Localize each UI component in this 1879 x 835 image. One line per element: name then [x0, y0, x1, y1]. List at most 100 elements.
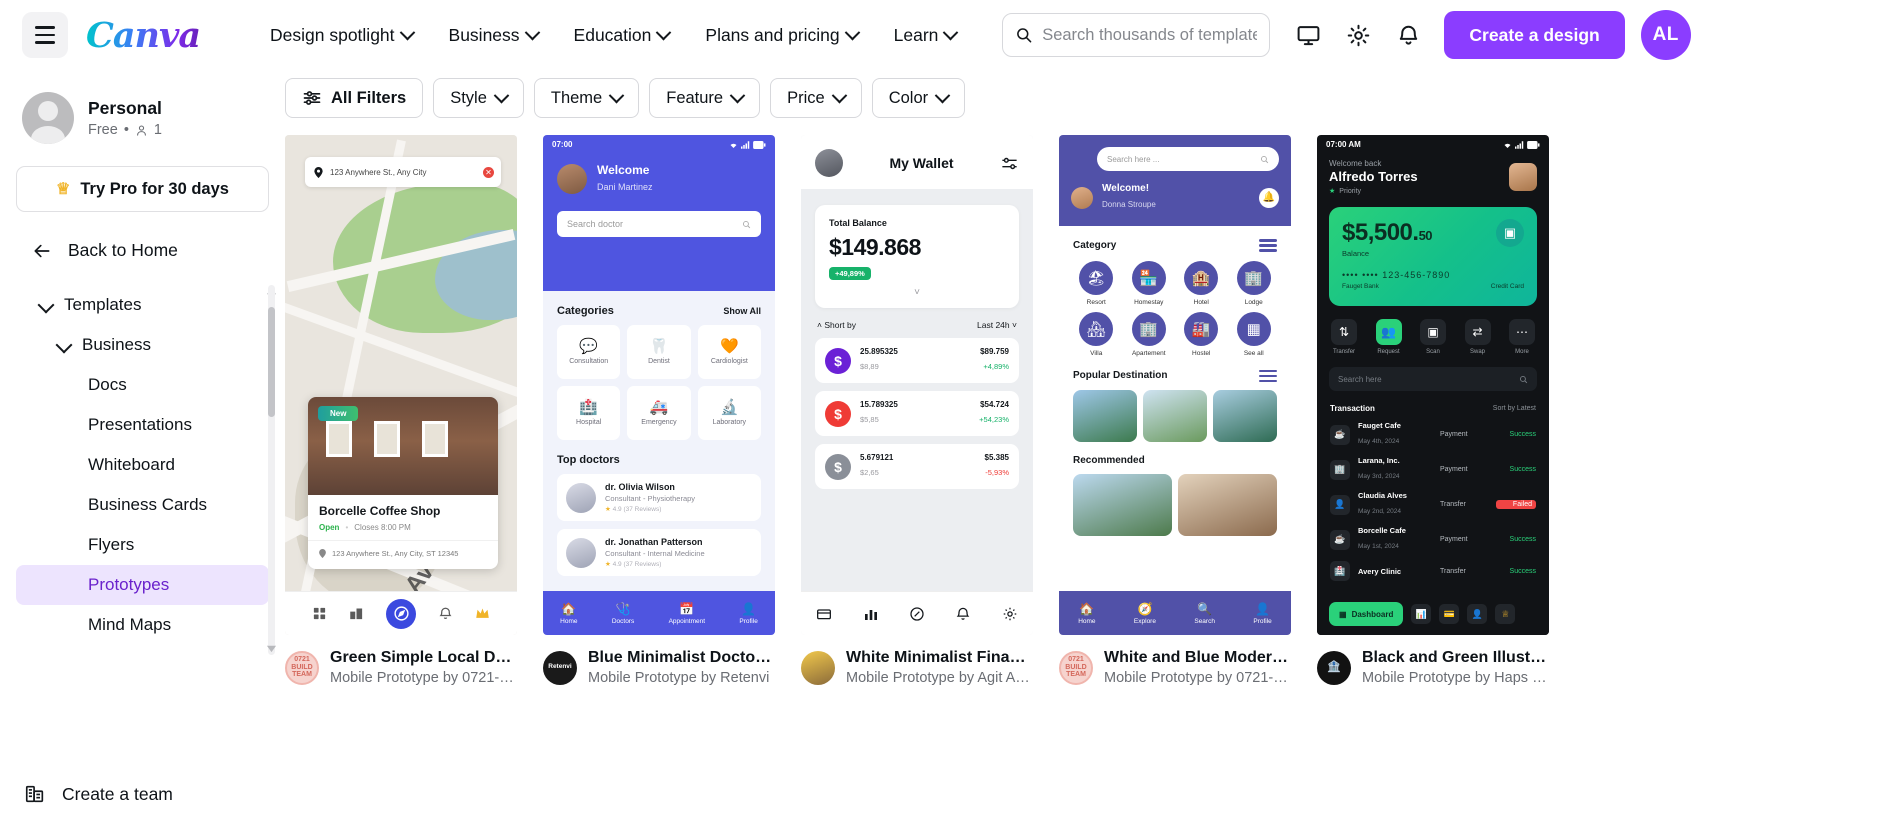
crown-icon[interactable]: ♕ [1495, 604, 1516, 624]
transaction-row[interactable]: ☕ Borcelle Cafe May 1st, 2024 Payment Su… [1317, 518, 1549, 553]
filter-style[interactable]: Style [433, 78, 524, 118]
dark-search-input[interactable]: Search here [1329, 367, 1537, 391]
category-villa[interactable]: 🏘 Villa [1073, 311, 1120, 357]
category-lodge[interactable]: 🏢 Lodge [1231, 260, 1278, 306]
sidebar-item-prototypes[interactable]: Prototypes [16, 565, 269, 605]
map-address-bar[interactable]: 123 Anywhere St., Any City ✕ [305, 157, 501, 187]
filter-feature[interactable]: Feature [649, 78, 761, 118]
category-hotel[interactable]: 🏨 Hotel [1178, 260, 1225, 306]
hotel-search-input[interactable]: Search here ... [1097, 147, 1279, 171]
category-hostel[interactable]: 🏭 Hostel [1178, 311, 1225, 357]
category-emergency[interactable]: 🚑 Emergency [627, 386, 691, 440]
show-all-link[interactable]: Show All [723, 306, 761, 316]
sidebar-item-whiteboard[interactable]: Whiteboard [16, 445, 269, 485]
back-to-home-link[interactable]: Back to Home [32, 240, 269, 261]
category-hospital[interactable]: 🏥 Hospital [557, 386, 621, 440]
nav-compass-button[interactable] [386, 598, 416, 629]
tree-scrollbar-thumb[interactable] [268, 307, 275, 417]
credit-card-widget[interactable]: $5,500.50 Balance ▣ •••• •••• 123-456-78… [1329, 207, 1537, 306]
transaction-row[interactable]: $ 5.679121 $2,65 $5.385 -5,93% [815, 444, 1019, 489]
nav-profile[interactable]: 👤 Profile [1253, 602, 1271, 625]
destination-thumb[interactable] [1213, 390, 1277, 442]
template-thumbnail-doctor-app[interactable]: 07:00 Welcome Dani Martinez Search docto… [543, 135, 775, 635]
transaction-row[interactable]: 🏢 Larana, Inc. May 3rd, 2024 Payment Suc… [1317, 448, 1549, 483]
sidebar-item-templates[interactable]: Templates [16, 285, 269, 325]
sidebar-item-mind-maps[interactable]: Mind Maps [16, 605, 269, 645]
bell-icon[interactable] [1386, 13, 1430, 57]
sidebar-item-business[interactable]: Business [16, 325, 269, 365]
wallet-icon[interactable] [816, 606, 832, 622]
transaction-row[interactable]: 👤 Claudia Alves May 2nd, 2024 Transfer F… [1317, 483, 1549, 518]
doctor-search-input[interactable]: Search doctor [557, 211, 761, 237]
category-homestay[interactable]: 🏪 Homestay [1126, 260, 1173, 306]
nav-home[interactable]: 🏠 Home [560, 602, 577, 625]
gear-icon[interactable] [1002, 606, 1018, 622]
action-scan[interactable]: ▣ Scan [1420, 319, 1446, 355]
transaction-row[interactable]: $ 15.789325 $5,85 $54.724 +54,23% [815, 391, 1019, 436]
close-icon[interactable]: ✕ [483, 167, 494, 178]
category-dentist[interactable]: 🦷 Dentist [627, 325, 691, 379]
sidebar-item-flyers[interactable]: Flyers [16, 525, 269, 565]
nav-search[interactable]: 🔍 Search [1194, 602, 1215, 625]
transaction-row[interactable]: $ 25.895325 $8,89 $89.759 +4,89% [815, 338, 1019, 383]
shop-info-card[interactable]: New Borcelle Coffee Shop Open • Closes 8… [308, 397, 498, 569]
doctor-list-item[interactable]: dr. Jonathan Patterson Consultant - Inte… [557, 529, 761, 576]
sort-label-group[interactable]: ˄ Short by [817, 320, 856, 330]
nav-doctors[interactable]: 🩺 Doctors [612, 602, 634, 625]
grid-icon[interactable] [312, 606, 327, 621]
template-card[interactable]: My Wallet Total Balance $149.868 +49,89%… [801, 135, 1033, 686]
menu-icon[interactable] [1259, 369, 1277, 382]
wallet-icon[interactable]: 💳 [1439, 604, 1460, 624]
doctor-list-item[interactable]: dr. Olivia Wilson Consultant - Physiothe… [557, 474, 761, 521]
sort-range-group[interactable]: Last 24h ˅ [977, 320, 1017, 330]
menu-icon[interactable] [22, 12, 68, 58]
nav-item-education[interactable]: Education [556, 17, 688, 54]
category-resort[interactable]: 🏖 Resort [1073, 260, 1120, 306]
gear-icon[interactable] [1336, 13, 1380, 57]
nav-profile[interactable]: 👤 Profile [739, 602, 757, 625]
search-input[interactable] [1042, 25, 1258, 45]
action-transfer[interactable]: ⇅ Transfer [1331, 319, 1357, 355]
sort-label[interactable]: Sort by Latest [1493, 405, 1536, 412]
crown-icon[interactable] [475, 606, 490, 621]
transaction-row[interactable]: 🏥 Avery Clinic Transfer Success [1317, 553, 1549, 581]
category-cardiologist[interactable]: 🧡 Cardiologist [697, 325, 761, 379]
chevron-down-icon[interactable]: ˅ [829, 287, 1005, 298]
template-card[interactable]: Search here ... Welcome! Donna Stroupe 🔔 [1059, 135, 1291, 686]
nav-home[interactable]: 🏠 Home [1078, 602, 1095, 625]
category-apartement[interactable]: 🏢 Apartement [1126, 311, 1173, 357]
filter-theme[interactable]: Theme [533, 78, 640, 118]
nav-item-design-spotlight[interactable]: Design spotlight [252, 17, 431, 54]
action-request[interactable]: 👥 Request [1375, 319, 1402, 355]
all-filters-button[interactable]: All Filters [285, 78, 424, 118]
destination-thumb[interactable] [1073, 390, 1137, 442]
nav-explore[interactable]: 🧭 Explore [1134, 602, 1156, 625]
template-card[interactable]: 07:00 AM Welcome back Alfredo Torres ★ P… [1317, 135, 1549, 686]
template-card[interactable]: Av 123 Anywhere St., Any City ✕ New Borc… [285, 135, 517, 686]
create-a-design-button[interactable]: Create a design [1444, 11, 1625, 59]
menu-icon[interactable] [1259, 239, 1277, 252]
header-search[interactable] [1002, 13, 1271, 57]
action-swap[interactable]: ⇄ Swap [1464, 319, 1491, 355]
nav-item-learn[interactable]: Learn [876, 17, 975, 54]
recommended-thumb[interactable] [1178, 474, 1277, 536]
destination-thumb[interactable] [1143, 390, 1207, 442]
city-icon[interactable] [349, 606, 364, 621]
category-see-all[interactable]: ▦ See all [1231, 311, 1278, 357]
dashboard-button[interactable]: ▦ Dashboard [1329, 602, 1404, 626]
try-pro-button[interactable]: ♕ Try Pro for 30 days [16, 166, 269, 212]
tree-scroll-down-arrow[interactable] [266, 643, 277, 654]
template-thumbnail-finance-dark[interactable]: 07:00 AM Welcome back Alfredo Torres ★ P… [1317, 135, 1549, 635]
nav-item-business[interactable]: Business [431, 17, 556, 54]
recommended-thumb[interactable] [1073, 474, 1172, 536]
template-thumbnail-hotel-app[interactable]: Search here ... Welcome! Donna Stroupe 🔔 [1059, 135, 1291, 635]
transaction-row[interactable]: ☕ Fauget Cafe May 4th, 2024 Payment Succ… [1317, 413, 1549, 448]
qr-icon[interactable]: ▣ [1496, 219, 1524, 247]
sidebar-item-docs[interactable]: Docs [16, 365, 269, 405]
monitor-icon[interactable] [1286, 13, 1330, 57]
template-card[interactable]: 07:00 Welcome Dani Martinez Search docto… [543, 135, 775, 686]
filter-color[interactable]: Color [871, 78, 966, 118]
compass-icon[interactable] [909, 606, 925, 622]
nav-item-plans-and-pricing[interactable]: Plans and pricing [687, 17, 875, 54]
profile-summary[interactable]: Personal Free • 1 [16, 70, 269, 144]
